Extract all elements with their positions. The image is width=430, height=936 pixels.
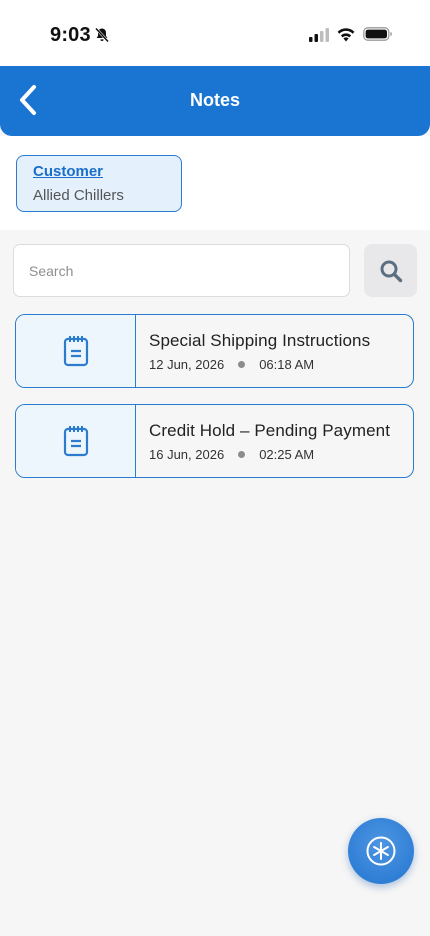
search-button[interactable] [364, 244, 417, 297]
context-area: Customer Allied Chillers [0, 136, 430, 230]
note-icon-cell [16, 405, 136, 477]
app-header: Notes [0, 66, 430, 136]
note-icon-cell [16, 315, 136, 387]
bell-slash-icon [95, 27, 109, 43]
note-card[interactable]: Credit Hold – Pending Payment 16 Jun, 20… [15, 404, 414, 478]
note-meta: 16 Jun, 2026 02:25 AM [149, 447, 314, 462]
note-time: 06:18 AM [259, 357, 315, 372]
status-bar: 9:03 [0, 0, 430, 66]
customer-name: Allied Chillers [33, 187, 124, 204]
customer-card: Customer Allied Chillers [16, 155, 182, 212]
fab-button[interactable] [348, 818, 414, 884]
notepad-icon [63, 426, 88, 457]
note-title: Credit Hold – Pending Payment [149, 421, 391, 440]
wifi-icon [337, 28, 355, 42]
notepad-icon [63, 336, 88, 367]
note-card[interactable]: Special Shipping Instructions 12 Jun, 20… [15, 314, 414, 388]
notes-screen: 9:03 Notes Customer Allied Chillers Sear… [0, 0, 430, 936]
note-meta: 12 Jun, 2026 06:18 AM [149, 357, 314, 372]
note-date: 12 Jun, 2026 [149, 357, 225, 372]
separator-dot [238, 361, 246, 368]
note-date: 16 Jun, 2026 [149, 447, 225, 462]
search-icon [380, 260, 402, 282]
search-input[interactable] [13, 244, 350, 297]
asterisk-icon [366, 836, 396, 866]
customer-link[interactable]: Customer [33, 163, 103, 180]
battery-icon [363, 27, 392, 41]
status-time: 9:03 [50, 24, 91, 46]
page-title: Notes [189, 90, 240, 110]
signal-icon [309, 28, 329, 42]
separator-dot [238, 451, 246, 458]
note-title: Special Shipping Instructions [149, 331, 371, 350]
note-time: 02:25 AM [259, 447, 315, 462]
